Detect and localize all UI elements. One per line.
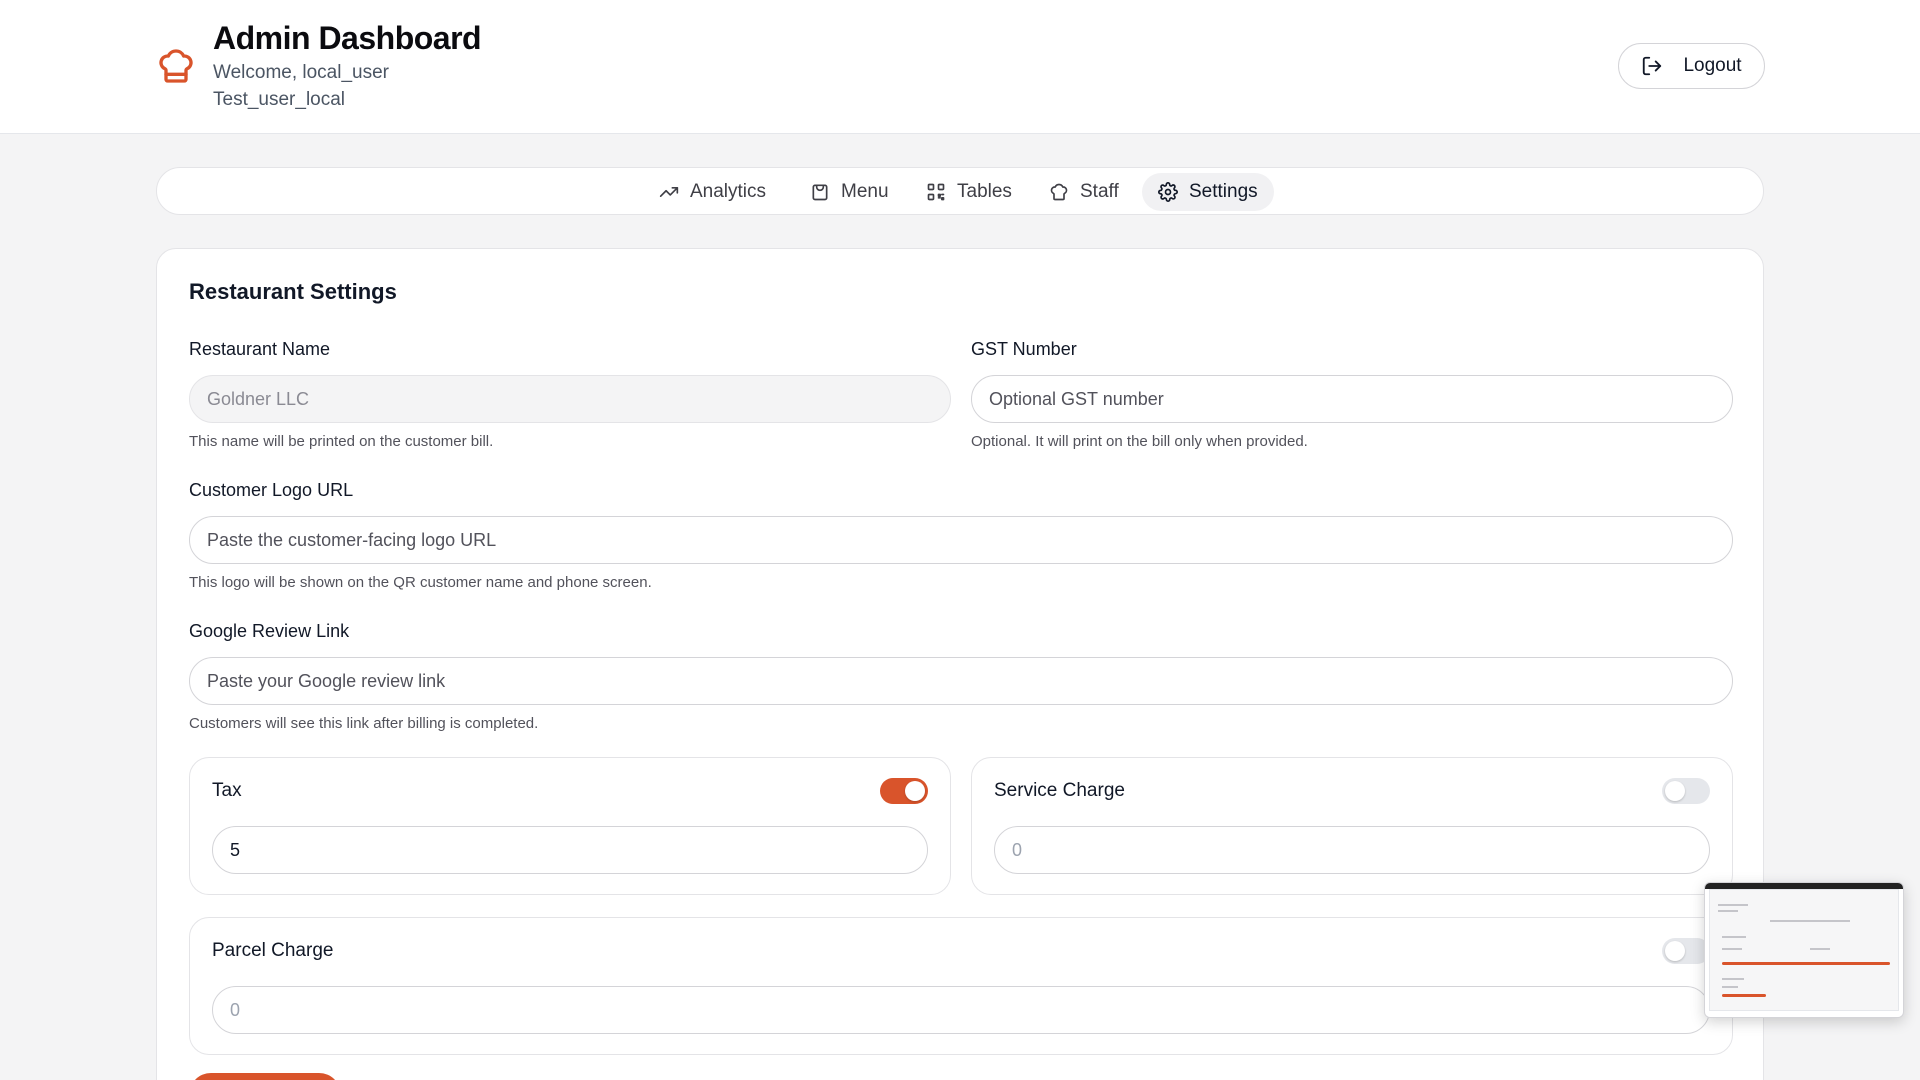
service-charge-input[interactable]: 0 [994, 826, 1710, 874]
restaurant-name-label: Restaurant Name [189, 339, 331, 359]
gst-number-label: GST Number [971, 339, 1077, 359]
logo-url-input[interactable]: Paste the customer-facing logo URL [189, 516, 1733, 564]
tab-label: Menu [841, 181, 889, 202]
qr-code-icon [927, 183, 945, 201]
save-settings-button[interactable] [189, 1073, 341, 1080]
section-title: Restaurant Settings [189, 279, 397, 304]
tab-analytics[interactable]: Analytics [643, 173, 782, 211]
review-link-hint: Customers will see this link after billi… [189, 715, 539, 732]
tab-label: Staff [1080, 181, 1119, 202]
tax-input[interactable]: 5 [212, 826, 928, 874]
username-text: Test_user_local [213, 89, 346, 110]
logout-icon [1643, 56, 1662, 76]
logo-url-hint: This logo will be shown on the QR custom… [189, 574, 652, 591]
chef-hat-icon [1050, 183, 1068, 201]
restaurant-name-input[interactable]: Goldner LLC [189, 375, 951, 423]
toggle-knob [1665, 941, 1685, 961]
logout-label: Logout [1683, 55, 1742, 76]
logout-button[interactable]: Logout [1618, 43, 1765, 89]
app-header: Admin Dashboard Welcome, local_user Test… [0, 0, 1920, 134]
tab-staff[interactable]: Staff [1033, 173, 1135, 211]
shopping-bag-icon [812, 184, 828, 201]
logo-url-label: Customer Logo URL [189, 480, 354, 500]
page-title: Admin Dashboard [213, 20, 482, 56]
tab-menu[interactable]: Menu [794, 173, 905, 211]
toggle-knob [905, 781, 925, 801]
preview-line [1718, 910, 1738, 912]
preview-line [1718, 904, 1748, 906]
review-link-label: Google Review Link [189, 621, 350, 641]
parcel-charge-label: Parcel Charge [212, 940, 334, 961]
tax-box: Tax 5 [189, 757, 951, 895]
parcel-charge-toggle[interactable] [1662, 938, 1710, 964]
service-charge-label: Service Charge [994, 780, 1125, 801]
service-charge-box: Service Charge 0 [971, 757, 1733, 895]
restaurant-name-hint: This name will be printed on the custome… [189, 433, 494, 450]
preview-line [1722, 936, 1746, 938]
tab-label: Settings [1189, 181, 1258, 202]
tab-bar: Analytics Menu Tables Staff Settings [156, 167, 1764, 215]
review-link-input[interactable]: Paste your Google review link [189, 657, 1733, 705]
tab-label: Analytics [690, 181, 767, 202]
preview-accent-bar [1722, 962, 1890, 965]
parcel-charge-input[interactable]: 0 [212, 986, 1710, 1034]
tax-toggle[interactable] [880, 778, 928, 804]
trending-up-icon [659, 187, 679, 197]
toggle-knob [1665, 781, 1685, 801]
tax-label: Tax [212, 780, 242, 801]
service-charge-toggle[interactable] [1662, 778, 1710, 804]
gst-number-hint: Optional. It will print on the bill only… [971, 433, 1308, 450]
tab-settings[interactable]: Settings [1142, 173, 1274, 211]
tab-label: Tables [957, 181, 1012, 202]
preview-line [1770, 920, 1850, 922]
preview-accent-bar [1722, 994, 1766, 997]
parcel-charge-box: Parcel Charge 0 [189, 917, 1733, 1055]
preview-line [1810, 948, 1830, 950]
gst-number-input[interactable]: Optional GST number [971, 375, 1733, 423]
preview-line [1722, 986, 1738, 988]
preview-content [1709, 889, 1899, 1011]
preview-line [1722, 948, 1742, 950]
tab-tables[interactable]: Tables [910, 173, 1028, 211]
gear-icon [1158, 182, 1178, 202]
chef-hat-icon [159, 49, 193, 83]
restaurant-settings-card: Restaurant Settings Restaurant Name Gold… [156, 248, 1764, 1080]
preview-line [1722, 978, 1744, 980]
welcome-text: Welcome, local_user [213, 62, 390, 83]
screenshot-preview-thumbnail[interactable] [1704, 882, 1904, 1018]
